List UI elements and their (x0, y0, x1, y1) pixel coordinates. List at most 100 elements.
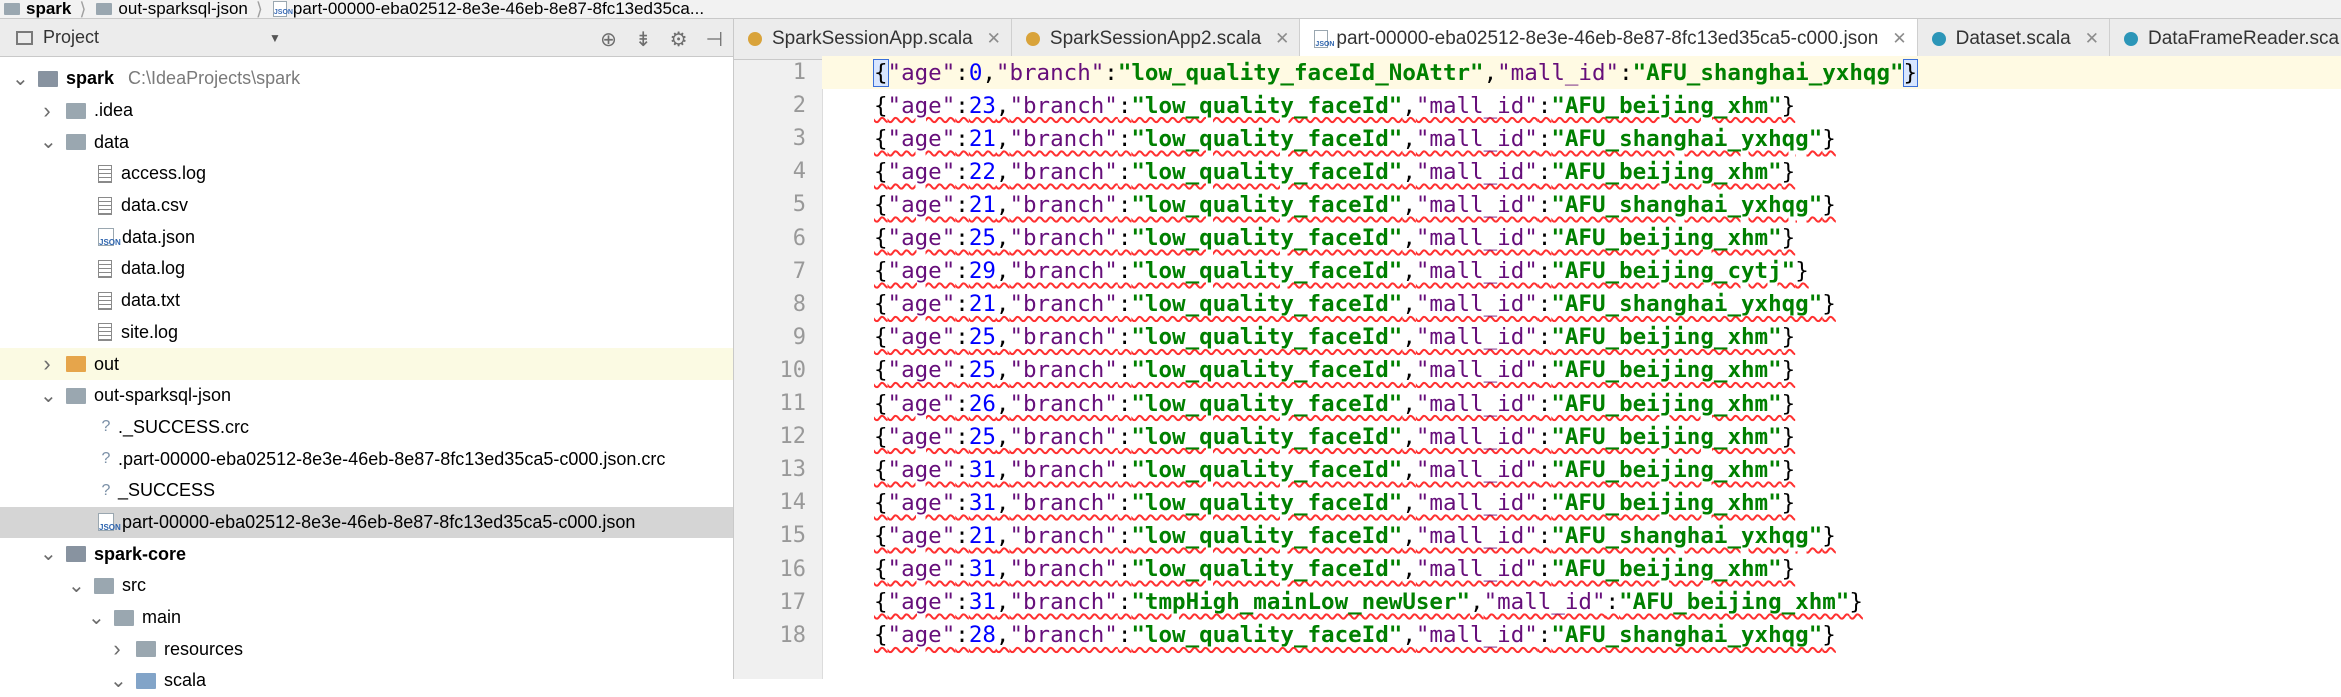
globe-icon[interactable]: ⊕ (600, 27, 617, 52)
tree-item[interactable]: ? .part-00000-eba02512-8e3e-46eb-8e87-8fc… (0, 443, 733, 475)
tree-item[interactable]: › .idea (0, 95, 733, 127)
colon: : (1117, 258, 1132, 285)
code-line[interactable]: 13 {"age":31,"branch":"low_quality_faceId… (780, 453, 2341, 486)
colon: : (1117, 324, 1132, 351)
code-line[interactable]: 9 {"age":25,"branch":"low_quality_faceId"… (793, 321, 2341, 354)
tree-item-label: out (94, 353, 120, 374)
code-line[interactable]: 4 {"age":22,"branch":"low_quality_faceId"… (793, 155, 2341, 188)
code-line[interactable]: 2 {"age":23,"branch":"low_quality_faceId"… (793, 89, 2341, 122)
code-line[interactable]: 12 {"age":25,"branch":"low_quality_faceId… (780, 420, 2341, 453)
editor-tab[interactable]: SparkSessionApp.scala ✕ (734, 19, 1012, 59)
close-brace: } (1795, 258, 1809, 285)
tree-item[interactable]: ⌄ data (0, 126, 733, 158)
editor-tab[interactable]: DataFrameReader.sca (2110, 19, 2341, 59)
comma: , (995, 522, 1010, 549)
collapse-all-icon[interactable]: ⇟ (635, 27, 652, 52)
chevron-down-icon[interactable]: ▼ (269, 31, 281, 45)
unknown-file-icon: ? (101, 481, 111, 499)
json-key: "age" (887, 158, 956, 185)
code-line[interactable]: 8 {"age":21,"branch":"low_quality_faceId"… (793, 288, 2341, 321)
project-view-selector[interactable]: Project (16, 27, 99, 48)
editor-tab[interactable]: SparkSessionApp2.scala ✕ (1012, 19, 1301, 59)
tree-item-label: access.log (121, 163, 207, 184)
code-line[interactable]: 16 {"age":31,"branch":"low_quality_faceId… (780, 553, 2341, 586)
colon: : (1537, 324, 1552, 351)
tree-item[interactable]: ⌄ out-sparksql-json (0, 380, 733, 412)
close-icon[interactable]: ✕ (2085, 29, 2099, 49)
tab-label: part-00000-eba02512-8e3e-46eb-8e87-8fc13… (1336, 28, 1879, 49)
tree-item[interactable]: ⌄ main (0, 602, 733, 634)
code-area[interactable]: 1 {"age":0,"branch":"low_quality_faceId_N… (780, 56, 2341, 679)
close-icon[interactable]: ✕ (987, 29, 1001, 49)
close-brace: } (1781, 324, 1796, 351)
json-key: "branch" (1009, 390, 1118, 417)
code-line[interactable]: 10 {"age":25,"branch":"low_quality_faceId… (780, 354, 2341, 387)
code-line[interactable]: 15 {"age":21,"branch":"low_quality_faceId… (780, 519, 2341, 552)
tree-item[interactable]: data.log (0, 253, 733, 285)
json-string: "low_quality_faceId" (1131, 357, 1403, 384)
tree-item[interactable]: › out (0, 348, 733, 380)
colon: : (955, 324, 969, 351)
tree-item[interactable]: ⌄ src (0, 570, 733, 602)
colon: : (955, 522, 969, 549)
chevron-down-icon[interactable]: ⌄ (40, 132, 57, 152)
tree-item-label: src (122, 575, 146, 596)
chevron-down-icon[interactable]: ⌄ (68, 576, 85, 596)
tree-item[interactable]: › resources (0, 633, 733, 665)
close-brace: } (1822, 191, 1836, 218)
tree-item[interactable]: data.txt (0, 285, 733, 317)
resources-folder-icon (136, 641, 156, 658)
breadcrumb-item-project[interactable]: spark ⟩ (0, 0, 92, 18)
close-icon[interactable]: ✕ (1892, 29, 1906, 49)
code-line[interactable]: 6 {"age":25,"branch":"low_quality_faceId"… (793, 222, 2341, 255)
breadcrumb-item-file[interactable]: JSON part-00000-eba02512-8e3e-46eb-8e87-… (269, 0, 710, 18)
code-line[interactable]: 14 {"age":31,"branch":"low_quality_faceId… (780, 486, 2341, 519)
colon: : (955, 390, 969, 417)
editor[interactable]: 1 {"age":0,"branch":"low_quality_faceId_N… (734, 56, 2341, 679)
tree-item[interactable]: ⌄ scala (0, 665, 733, 697)
tree-item-label: data.txt (121, 290, 181, 311)
chevron-down-icon[interactable]: ⌄ (40, 386, 57, 406)
json-string: "low_quality_faceId" (1131, 258, 1403, 285)
tree-item[interactable]: access.log (0, 158, 733, 190)
code-text: {"age":26,"branch":"low_quality_faceId",… (874, 391, 1795, 417)
tree-item[interactable]: site.log (0, 317, 733, 349)
code-line[interactable]: 17 {"age":31,"branch":"tmpHigh_mainLow_ne… (780, 586, 2341, 619)
editor-tab[interactable]: JSON part-00000-eba02512-8e3e-46eb-8e87-8… (1300, 19, 1918, 59)
chevron-down-icon[interactable]: ⌄ (40, 544, 57, 564)
chevron-down-icon[interactable]: ⌄ (12, 69, 29, 89)
chevron-down-icon[interactable]: ⌄ (88, 608, 105, 628)
tree-item[interactable]: JSON part-00000-eba02512-8e3e-46eb-8e87-8… (0, 506, 733, 539)
code-line[interactable]: 11 {"age":26,"branch":"low_quality_faceId… (780, 387, 2341, 420)
close-icon[interactable]: ✕ (1275, 29, 1289, 49)
code-line[interactable]: 1 {"age":0,"branch":"low_quality_faceId_N… (793, 56, 2341, 90)
code-line[interactable]: 7 {"age":29,"branch":"low_quality_faceId"… (793, 255, 2341, 288)
code-line[interactable]: 18 {"age":28,"branch":"low_quality_faceId… (780, 619, 2341, 652)
chevron-right-icon[interactable]: › (110, 638, 124, 660)
hide-panel-icon[interactable]: ⊣ (706, 27, 723, 52)
tree-item-label: .idea (94, 100, 134, 121)
json-string: "AFU_beijing_xhm" (1551, 324, 1782, 351)
chevron-right-icon[interactable]: › (40, 99, 54, 121)
tree-item[interactable]: ⌄ spark C:\IdeaProjects\spark (0, 63, 733, 95)
json-string: "tmpHigh_mainLow_newUser" (1131, 589, 1471, 616)
open-brace: { (874, 125, 888, 152)
tree-item-label: out-sparksql-json (94, 385, 232, 406)
chevron-right-icon[interactable]: › (40, 353, 54, 375)
close-brace: } (1781, 158, 1796, 185)
tree-item[interactable]: ⌄ spark-core (0, 538, 733, 570)
tree-item[interactable]: ? ._SUCCESS.crc (0, 412, 733, 444)
code-line[interactable]: 5 {"age":21,"branch":"low_quality_faceId"… (793, 188, 2341, 221)
json-number: 0 (968, 59, 983, 86)
json-file-icon: JSON (98, 228, 121, 247)
close-brace: } (1781, 456, 1796, 483)
gear-icon[interactable]: ⚙ (670, 27, 688, 52)
breadcrumb-item-folder[interactable]: out-sparksql-json ⟩ (92, 0, 268, 18)
editor-tab[interactable]: Dataset.scala ✕ (1918, 19, 2110, 59)
tree-item[interactable]: JSON data.json (0, 221, 733, 253)
comma: , (995, 291, 1010, 318)
tree-item[interactable]: ? _SUCCESS (0, 475, 733, 507)
tree-item[interactable]: data.csv (0, 190, 733, 222)
open-brace: { (874, 390, 888, 417)
code-line[interactable]: 3 {"age":21,"branch":"low_quality_faceId"… (793, 122, 2341, 155)
